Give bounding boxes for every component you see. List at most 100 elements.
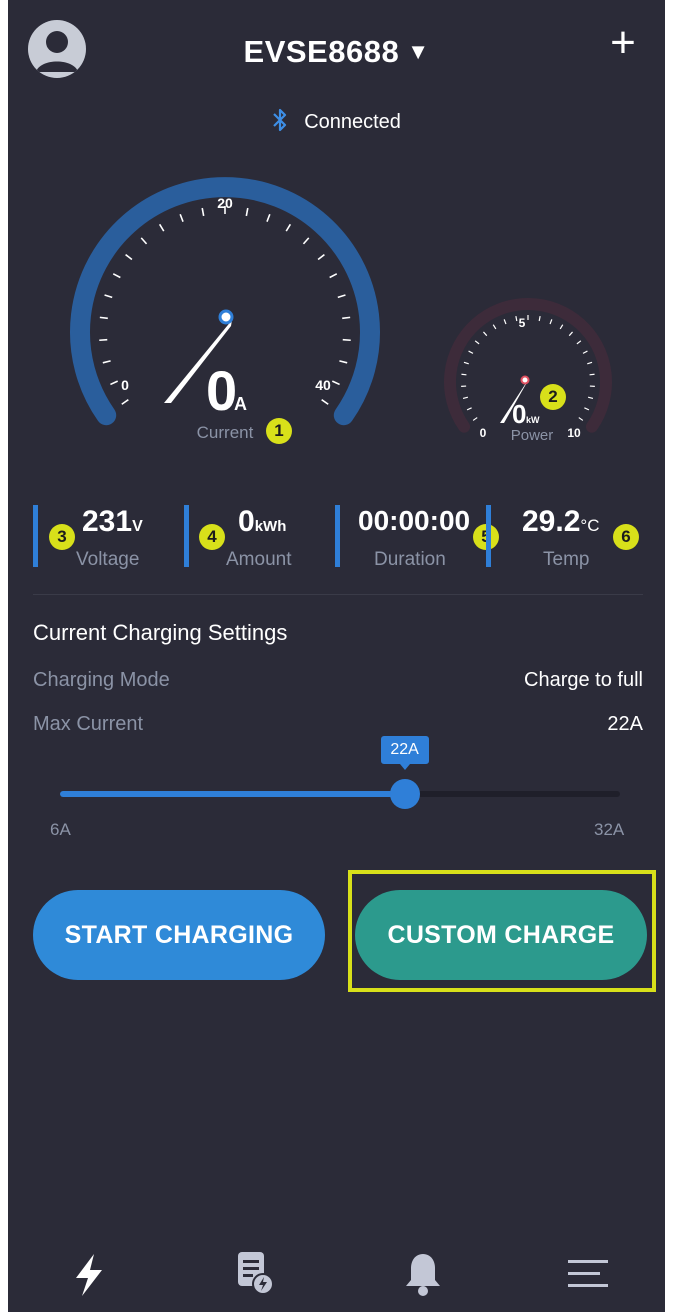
temp-bar xyxy=(486,505,491,567)
power-gauge-tick xyxy=(559,324,564,330)
voltage-unit: V xyxy=(132,518,143,535)
menu-icon[interactable] xyxy=(558,1248,618,1300)
start-charging-button[interactable]: START CHARGING xyxy=(33,890,325,980)
device-selector[interactable]: EVSE8688 ▼ xyxy=(8,34,665,70)
power-gauge-tick xyxy=(515,315,518,322)
dropdown-caret-icon: ▼ xyxy=(407,39,430,64)
power-gauge-value: 0 xyxy=(512,399,526,429)
charging-mode-value: Charge to full xyxy=(524,669,643,691)
current-slider-tooltip: 22A xyxy=(380,736,429,770)
power-gauge-tick xyxy=(582,350,588,354)
current-gauge-tick xyxy=(337,294,346,299)
app-screen: EVSE8688 ▼ + Connected 0 20 40 0 A Curren… xyxy=(8,0,665,1312)
power-gauge-arc xyxy=(444,298,612,433)
current-gauge-needle-pivot xyxy=(218,309,234,325)
power-gauge-min: 0 xyxy=(480,426,487,440)
temp-unit: °C xyxy=(580,516,600,535)
power-gauge-tick xyxy=(589,373,595,376)
power-gauge-tick xyxy=(503,319,507,325)
power-gauge-max: 10 xyxy=(567,426,581,440)
device-name: EVSE8688 xyxy=(243,34,400,69)
current-gauge-tick xyxy=(140,237,148,245)
notification-bell-icon[interactable] xyxy=(393,1248,453,1300)
current-gauge-tick xyxy=(342,316,351,320)
power-gauge-tick xyxy=(578,417,584,421)
current-gauge-max: 40 xyxy=(315,377,331,393)
current-gauge-tick xyxy=(110,380,119,386)
connection-status: Connected xyxy=(8,108,665,134)
power-gauge-tick xyxy=(468,350,474,354)
duration-label: Duration xyxy=(374,549,446,570)
current-gauge-tick xyxy=(104,294,113,299)
amount-value: 0kWh xyxy=(238,505,286,539)
power-gauge-tick xyxy=(538,315,541,322)
current-gauge-tick xyxy=(245,207,249,217)
current-gauge-tick xyxy=(201,207,205,217)
temp-label: Temp xyxy=(543,549,590,570)
current-gauge-tick xyxy=(321,399,329,405)
max-current-value: 22A xyxy=(607,713,643,735)
duration-bar xyxy=(335,505,340,567)
current-gauge-mid: 20 xyxy=(217,195,233,211)
plus-icon[interactable]: + xyxy=(598,18,648,68)
highlight-box xyxy=(348,870,656,992)
current-gauge: 0 20 40 0 A Current xyxy=(70,177,380,442)
current-gauge-label: Current xyxy=(197,423,254,442)
power-gauge-tick xyxy=(461,373,467,376)
annotation-badge-1: 1 xyxy=(266,418,292,444)
power-gauge-tick xyxy=(576,340,582,345)
current-gauge-tick xyxy=(99,338,108,342)
current-gauge-tick xyxy=(266,213,271,222)
bluetooth-icon xyxy=(272,108,294,133)
power-gauge-tick xyxy=(568,331,573,337)
duration-value: 00:00:00 xyxy=(358,505,471,536)
power-gauge-label: Power xyxy=(511,427,554,444)
current-gauge-tick xyxy=(121,399,129,405)
current-gauge-tick xyxy=(331,380,340,386)
current-gauge-unit: A xyxy=(234,394,247,414)
current-gauge-tick xyxy=(302,237,310,245)
power-gauge-tick xyxy=(584,407,590,411)
power-gauge-tick xyxy=(472,417,478,421)
lightning-bolt-icon[interactable] xyxy=(60,1248,120,1300)
power-gauge-needle-pivot xyxy=(520,375,530,385)
connection-status-text: Connected xyxy=(304,111,401,133)
current-gauge-tick xyxy=(99,316,108,320)
current-gauge-tick xyxy=(342,338,351,342)
voltage-number: 231 xyxy=(82,505,133,538)
power-gauge-tick xyxy=(463,361,469,365)
section-divider xyxy=(33,594,643,595)
power-gauge-mid: 5 xyxy=(519,316,526,330)
power-gauge-tick xyxy=(587,396,594,399)
current-slider-fill xyxy=(60,791,405,797)
current-slider-thumb[interactable] xyxy=(389,779,420,809)
current-gauge-tick xyxy=(112,273,121,279)
voltage-label: Voltage xyxy=(76,549,140,570)
slider-max-label: 32A xyxy=(594,820,625,839)
slider-min-label: 6A xyxy=(50,820,71,839)
charge-records-icon[interactable] xyxy=(226,1248,286,1300)
temp-number: 29.2 xyxy=(522,505,581,538)
power-gauge-unit: kW xyxy=(526,415,540,425)
power-gauge-tick xyxy=(492,324,497,330)
amount-label: Amount xyxy=(226,549,292,570)
power-gauge: 0 5 10 0 kW Power xyxy=(444,298,612,444)
power-gauge-tick xyxy=(549,319,553,325)
amount-unit: kWh xyxy=(254,518,287,535)
current-gauge-tick xyxy=(329,273,338,279)
power-gauge-tick xyxy=(462,396,469,399)
power-gauge-tick xyxy=(466,407,472,411)
annotation-badge-6: 6 xyxy=(613,524,639,550)
amount-bar xyxy=(184,505,189,567)
power-gauge-tick xyxy=(474,340,480,345)
voltage-value: 231V xyxy=(82,505,143,539)
annotation-badge-2: 2 xyxy=(540,384,566,410)
voltage-bar xyxy=(33,505,38,567)
power-gauge-tick xyxy=(483,331,488,337)
max-current-label: Max Current xyxy=(33,713,144,735)
current-gauge-value: 0 xyxy=(206,359,237,422)
temp-value: 29.2°C xyxy=(522,505,599,539)
power-gauge-tick xyxy=(587,361,593,365)
charging-mode-label: Charging Mode xyxy=(33,669,170,691)
current-gauge-tick xyxy=(179,213,184,222)
